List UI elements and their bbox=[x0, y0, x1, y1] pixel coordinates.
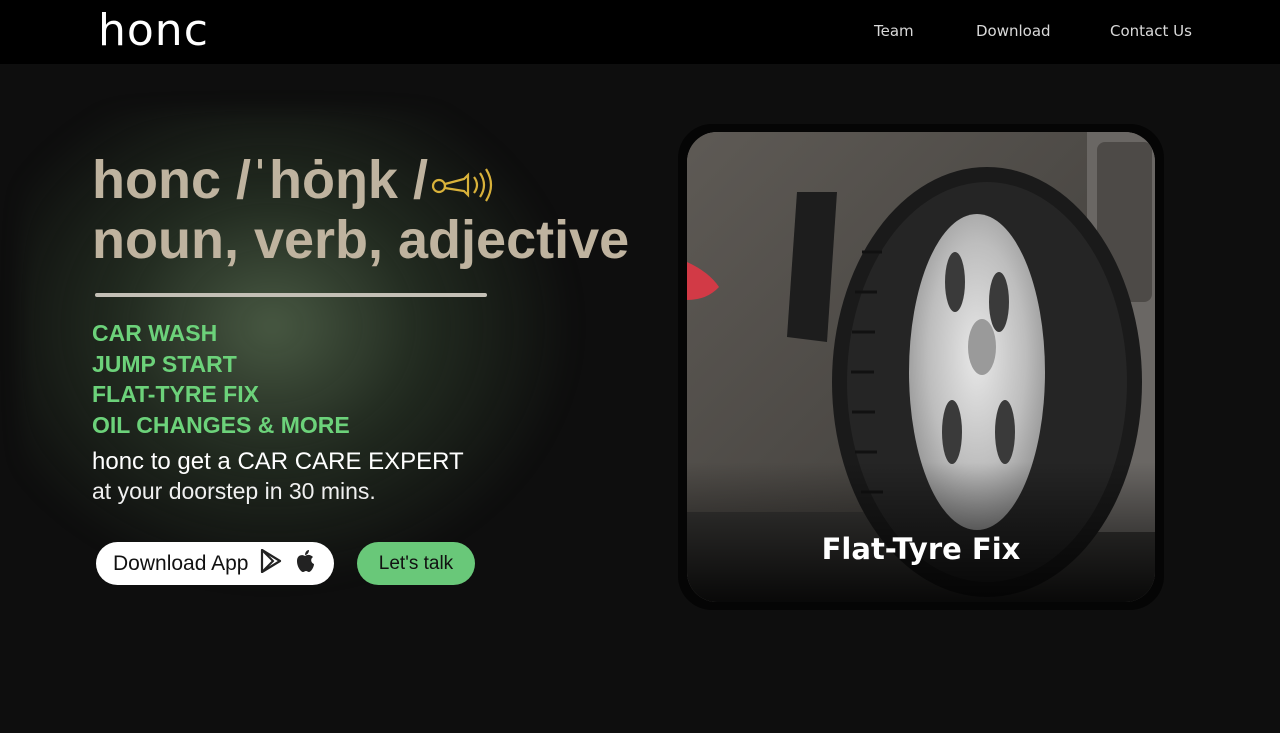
service-flat-tyre-fix: FLAT-TYRE FIX bbox=[92, 381, 259, 407]
nav-link-contact-us[interactable]: Contact Us bbox=[1110, 22, 1192, 40]
hero-heading-line2: noun, verb, adjective bbox=[92, 210, 630, 270]
horn-icon bbox=[430, 154, 498, 214]
card-caption: Flat-Tyre Fix bbox=[821, 532, 1021, 566]
nav-link-team[interactable]: Team bbox=[874, 22, 914, 40]
google-play-icon[interactable] bbox=[260, 548, 282, 579]
heading-divider bbox=[95, 293, 487, 297]
service-car-wash: CAR WASH bbox=[92, 320, 218, 346]
lets-talk-button[interactable]: Let's talk bbox=[357, 542, 475, 585]
hero-heading-pronunciation: honc /ˈhȯŋk / bbox=[92, 150, 428, 210]
top-nav: honc Team Download Contact Us bbox=[0, 0, 1280, 64]
download-app-button[interactable]: Download App bbox=[96, 542, 334, 585]
apple-icon[interactable] bbox=[294, 549, 316, 579]
service-oil-changes: OIL CHANGES & MORE bbox=[92, 411, 350, 438]
hero-heading-line1: honc /ˈhȯŋk / bbox=[92, 150, 498, 214]
tagline-secondary: at your doorstep in 30 mins. bbox=[92, 478, 376, 504]
nav-link-download[interactable]: Download bbox=[976, 22, 1051, 40]
logo[interactable]: honc bbox=[98, 6, 209, 56]
tagline-primary: honc to get a CAR CARE EXPERT bbox=[92, 448, 464, 475]
services-list: CAR WASH JUMP START FLAT-TYRE FIX OIL CH… bbox=[92, 318, 350, 440]
download-app-label: Download App bbox=[113, 551, 249, 575]
flat-tyre-image-card: Flat-Tyre Fix bbox=[687, 132, 1155, 602]
service-jump-start: JUMP START bbox=[92, 350, 237, 377]
